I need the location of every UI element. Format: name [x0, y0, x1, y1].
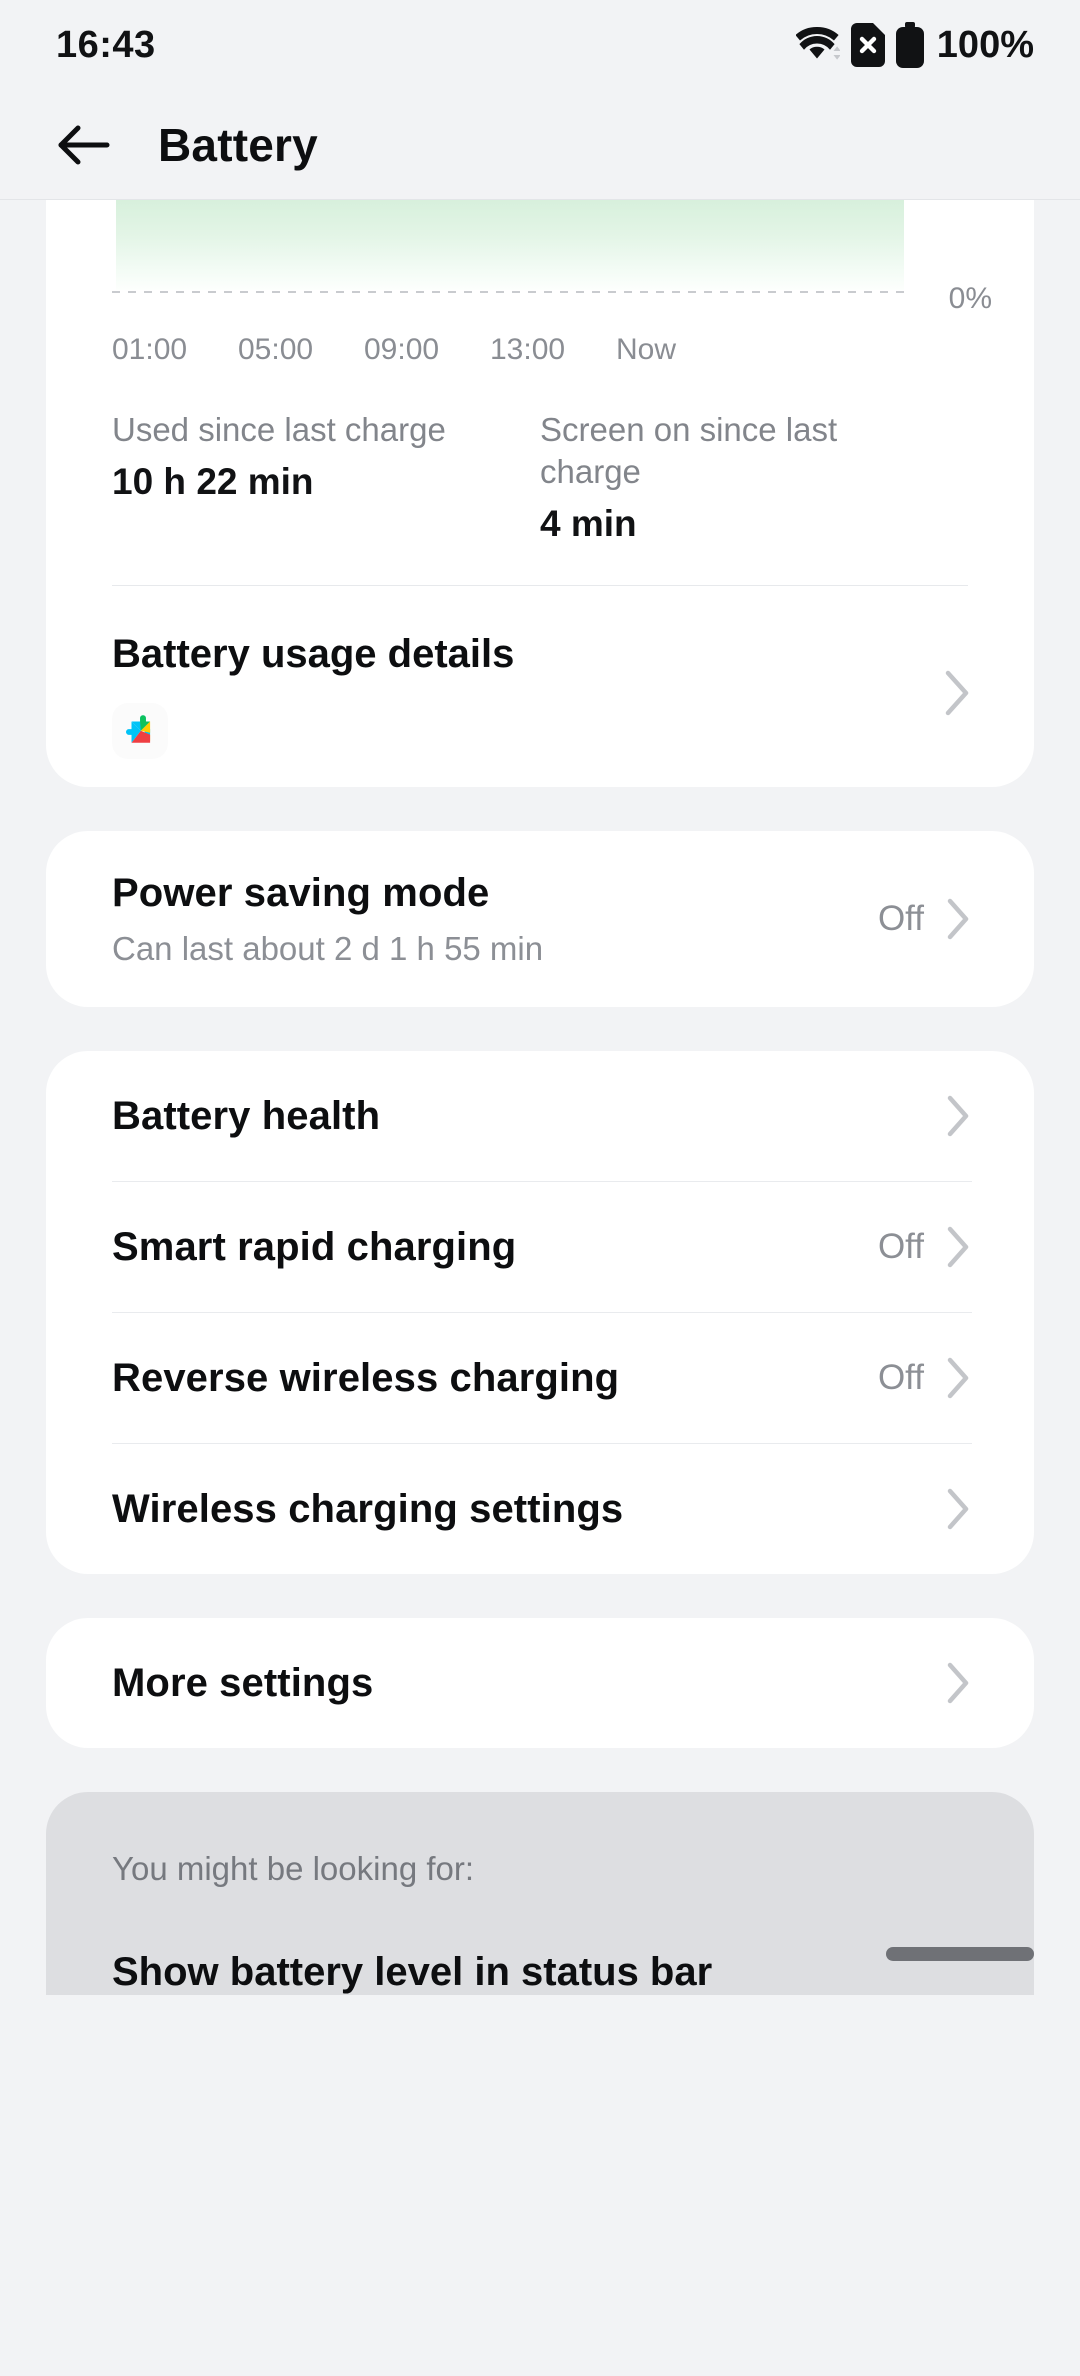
- battery-health-row[interactable]: Battery health: [46, 1051, 1034, 1181]
- battery-overview-card: 0% 01:00 05:00 09:00 13:00 Now Used sinc…: [46, 200, 1034, 787]
- chevron-right-icon: [942, 668, 972, 718]
- suggestions-label: You might be looking for:: [112, 1850, 968, 1888]
- battery-health-text: Battery health: [112, 1094, 924, 1139]
- google-play-services-icon: [112, 703, 168, 759]
- back-button[interactable]: [56, 117, 112, 173]
- battery-summary-stats: Used since last charge 10 h 22 min Scree…: [46, 391, 1034, 545]
- chevron-right-icon: [944, 896, 972, 942]
- power-saving-mode-title: Power saving mode: [112, 871, 858, 916]
- power-saving-mode-subtitle: Can last about 2 d 1 h 55 min: [112, 930, 858, 968]
- smart-rapid-charging-title: Smart rapid charging: [112, 1225, 858, 1270]
- spacer: [0, 1748, 1080, 1792]
- status-bar-battery-percent: 100%: [937, 24, 1034, 67]
- battery-full-icon: [896, 22, 924, 68]
- battery-level-area-fill: [116, 200, 904, 290]
- battery-health-title: Battery health: [112, 1094, 904, 1139]
- chart-x-tick-4: Now: [616, 333, 676, 367]
- spacer: [0, 787, 1080, 831]
- wireless-charging-settings-row[interactable]: Wireless charging settings: [46, 1444, 1034, 1574]
- status-bar: 16:43: [0, 0, 1080, 90]
- charging-settings-card: Battery health Smart rapid charging Off: [46, 1051, 1034, 1574]
- used-since-last-charge-label: Used since last charge: [112, 409, 510, 451]
- reverse-wireless-charging-value: Off: [878, 1358, 924, 1398]
- more-settings-card: More settings: [46, 1618, 1034, 1748]
- wireless-charging-settings-title: Wireless charging settings: [112, 1487, 904, 1532]
- chevron-right-icon: [944, 1486, 972, 1532]
- reverse-wireless-charging-row[interactable]: Reverse wireless charging Off: [46, 1313, 1034, 1443]
- chevron-right-icon: [944, 1355, 972, 1401]
- spacer: [0, 1574, 1080, 1618]
- scroll-content[interactable]: 0% 01:00 05:00 09:00 13:00 Now Used sinc…: [0, 200, 1080, 1995]
- power-saving-mode-row[interactable]: Power saving mode Can last about 2 d 1 h…: [46, 831, 1034, 1007]
- power-saving-card: Power saving mode Can last about 2 d 1 h…: [46, 831, 1034, 1007]
- spacer: [0, 1007, 1080, 1051]
- smart-rapid-charging-value: Off: [878, 1227, 924, 1267]
- reverse-wireless-charging-title: Reverse wireless charging: [112, 1356, 858, 1401]
- sim-card-off-icon: [851, 23, 885, 67]
- battery-usage-details-row[interactable]: Battery usage details: [46, 586, 1034, 769]
- arrow-left-icon: [57, 123, 111, 167]
- chart-zero-gridline: [112, 291, 904, 293]
- more-settings-row[interactable]: More settings: [46, 1618, 1034, 1748]
- more-settings-text: More settings: [112, 1661, 944, 1706]
- chart-y-tick-0: 0%: [949, 282, 992, 316]
- chart-x-axis: 01:00 05:00 09:00 13:00 Now: [112, 315, 904, 391]
- chevron-right-icon: [944, 1224, 972, 1270]
- status-bar-clock: 16:43: [56, 24, 156, 67]
- power-saving-mode-value: Off: [878, 899, 924, 939]
- wifi-icon: [796, 25, 840, 65]
- used-since-last-charge: Used since last charge 10 h 22 min: [112, 409, 540, 545]
- reverse-wireless-charging-text: Reverse wireless charging: [112, 1356, 878, 1401]
- chart-x-tick-2: 09:00: [364, 333, 439, 367]
- chevron-right-icon: [944, 1660, 972, 1706]
- screen-on-since-last-charge-value: 4 min: [540, 503, 938, 545]
- horizontal-scrollbar[interactable]: [886, 1947, 1034, 1961]
- page-title: Battery: [158, 118, 318, 172]
- app-bar: Battery: [0, 90, 1080, 200]
- chart-x-tick-3: 13:00: [490, 333, 565, 367]
- battery-usage-app-icons: [112, 703, 968, 759]
- status-bar-icons: 100%: [796, 22, 1034, 68]
- suggestion-item-show-battery-level[interactable]: Show battery level in status bar: [112, 1950, 968, 1995]
- suggestions-card: You might be looking for: Show battery l…: [46, 1792, 1034, 1995]
- battery-level-chart: 0%: [46, 200, 1034, 315]
- wireless-charging-settings-text: Wireless charging settings: [112, 1487, 924, 1532]
- chevron-right-icon: [944, 1093, 972, 1139]
- chart-x-tick-0: 01:00: [112, 333, 187, 367]
- screen-on-since-last-charge-label: Screen on since last charge: [540, 409, 938, 493]
- smart-rapid-charging-row[interactable]: Smart rapid charging Off: [46, 1182, 1034, 1312]
- used-since-last-charge-value: 10 h 22 min: [112, 461, 510, 503]
- battery-usage-details-title: Battery usage details: [112, 632, 968, 677]
- smart-rapid-charging-text: Smart rapid charging: [112, 1225, 878, 1270]
- battery-settings-screen: 16:43: [0, 0, 1080, 2376]
- more-settings-title: More settings: [112, 1661, 924, 1706]
- chart-x-tick-1: 05:00: [238, 333, 313, 367]
- screen-on-since-last-charge: Screen on since last charge 4 min: [540, 409, 968, 545]
- power-saving-mode-text: Power saving mode Can last about 2 d 1 h…: [112, 871, 878, 968]
